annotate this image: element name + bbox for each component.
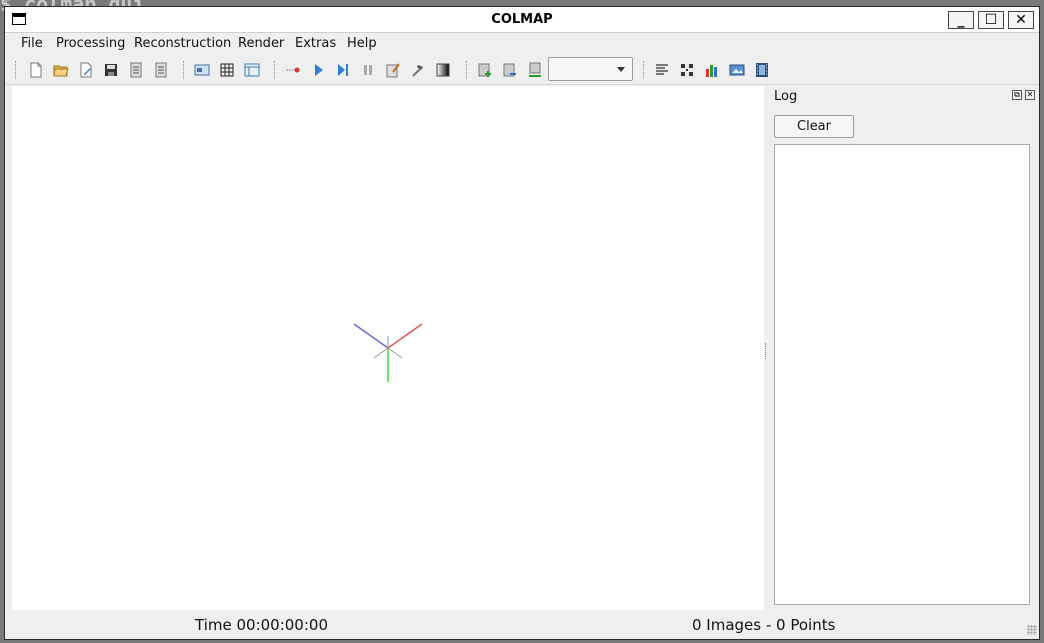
chevron-down-icon <box>617 67 625 72</box>
step-button[interactable] <box>333 60 353 80</box>
log-dock: Log ⧉ ✕ Clear <box>769 86 1037 610</box>
toolbar <box>5 55 1039 85</box>
menu-help[interactable]: Help <box>347 36 377 51</box>
load-model-button[interactable] <box>500 60 520 80</box>
title-bar[interactable]: COLMAP _ ☐ ✕ <box>5 7 1039 33</box>
toolbar-grip[interactable] <box>274 61 277 79</box>
play-button[interactable] <box>308 60 328 80</box>
float-icon: ⧉ <box>1014 90 1020 99</box>
minimize-button[interactable]: _ <box>948 11 974 29</box>
database-management-button[interactable] <box>242 60 262 80</box>
menu-processing[interactable]: Processing <box>56 36 125 51</box>
maximize-button[interactable]: ☐ <box>978 11 1004 29</box>
import-model-button[interactable] <box>126 60 146 80</box>
bar-chart-button[interactable] <box>702 60 722 80</box>
edit-project-icon <box>80 62 92 78</box>
add-model-button[interactable] <box>475 60 495 80</box>
load-model-icon <box>503 63 516 77</box>
3d-viewport[interactable] <box>12 86 764 610</box>
menu-render[interactable]: Render <box>238 36 284 51</box>
database-management-icon <box>244 63 260 77</box>
coordinate-axes <box>353 323 423 382</box>
dock-float-button[interactable]: ⧉ <box>1012 90 1022 100</box>
size-grip[interactable] <box>1027 625 1037 635</box>
match-matrix-icon <box>681 64 693 76</box>
open-project-button[interactable] <box>51 60 71 80</box>
toolbar-grip[interactable] <box>183 61 186 79</box>
menu-file[interactable]: File <box>21 36 43 51</box>
log-text-area[interactable] <box>774 144 1030 605</box>
movie-button[interactable] <box>752 60 772 80</box>
toolbar-grip[interactable] <box>466 61 469 79</box>
window-title: COLMAP <box>491 12 553 27</box>
bundle-adjustment-button[interactable] <box>383 60 403 80</box>
play-icon <box>315 64 323 76</box>
render-icon <box>436 63 450 77</box>
save-project-button[interactable] <box>101 60 121 80</box>
toolbar-grip[interactable] <box>15 61 18 79</box>
status-time: Time 00:00:00:00 <box>195 616 328 634</box>
screenshot-button[interactable] <box>727 60 747 80</box>
render-button[interactable] <box>433 60 453 80</box>
open-project-icon <box>53 65 69 77</box>
hammer-button[interactable] <box>408 60 428 80</box>
step-icon <box>338 64 348 76</box>
main-window: COLMAP _ ☐ ✕ File Processing Reconstruct… <box>4 6 1040 640</box>
reconstruction-stats-button[interactable] <box>652 60 672 80</box>
close-button[interactable]: ✕ <box>1008 11 1034 29</box>
dock-close-button[interactable]: ✕ <box>1025 90 1035 100</box>
bar-chart-icon <box>706 65 717 77</box>
close-icon: ✕ <box>1015 12 1027 28</box>
export-model-button[interactable] <box>151 60 171 80</box>
reconstruction-stats-icon <box>656 64 668 75</box>
clear-log-button[interactable]: Clear <box>774 115 854 138</box>
new-project-icon <box>30 62 42 78</box>
status-image-point-count: 0 Images - 0 Points <box>692 616 836 634</box>
export-model-icon <box>155 62 167 78</box>
menu-reconstruction[interactable]: Reconstruction <box>134 36 231 51</box>
feature-matching-button[interactable] <box>217 60 237 80</box>
splitter-handle[interactable] <box>765 343 768 359</box>
remove-model-button[interactable] <box>525 60 545 80</box>
new-project-button[interactable] <box>26 60 46 80</box>
pause-icon <box>364 65 372 75</box>
axis-z-line <box>353 323 389 349</box>
maximize-icon: ☐ <box>984 12 998 28</box>
axis-x-line <box>387 323 423 349</box>
add-model-icon <box>478 63 491 77</box>
edit-project-button[interactable] <box>76 60 96 80</box>
match-matrix-button[interactable] <box>677 60 697 80</box>
menu-bar: File Processing Reconstruction Render Ex… <box>5 33 1039 53</box>
screenshot-icon <box>729 64 745 76</box>
pause-button[interactable] <box>358 60 378 80</box>
axis-neg-z-line <box>387 347 403 359</box>
minimize-icon: _ <box>957 12 965 28</box>
model-selector-combo[interactable] <box>548 57 633 81</box>
movie-icon <box>756 63 768 77</box>
feature-matching-icon <box>220 63 234 77</box>
reconstruction-start-icon <box>286 67 300 73</box>
feature-extraction-button[interactable] <box>192 60 212 80</box>
close-icon: ✕ <box>1026 90 1034 99</box>
status-bar: Time 00:00:00:00 0 Images - 0 Points <box>5 611 1039 637</box>
reconstruction-start-button[interactable] <box>283 60 303 80</box>
import-model-icon <box>130 62 142 78</box>
save-project-icon <box>105 64 117 76</box>
menu-extras[interactable]: Extras <box>295 36 336 51</box>
bundle-adjustment-icon <box>386 63 400 78</box>
remove-model-icon <box>529 62 541 77</box>
log-dock-title: Log <box>774 89 798 104</box>
toolbar-grip[interactable] <box>643 61 646 79</box>
hammer-icon <box>412 65 423 77</box>
axis-neg-x-line <box>373 347 389 359</box>
feature-extraction-icon <box>194 64 210 76</box>
